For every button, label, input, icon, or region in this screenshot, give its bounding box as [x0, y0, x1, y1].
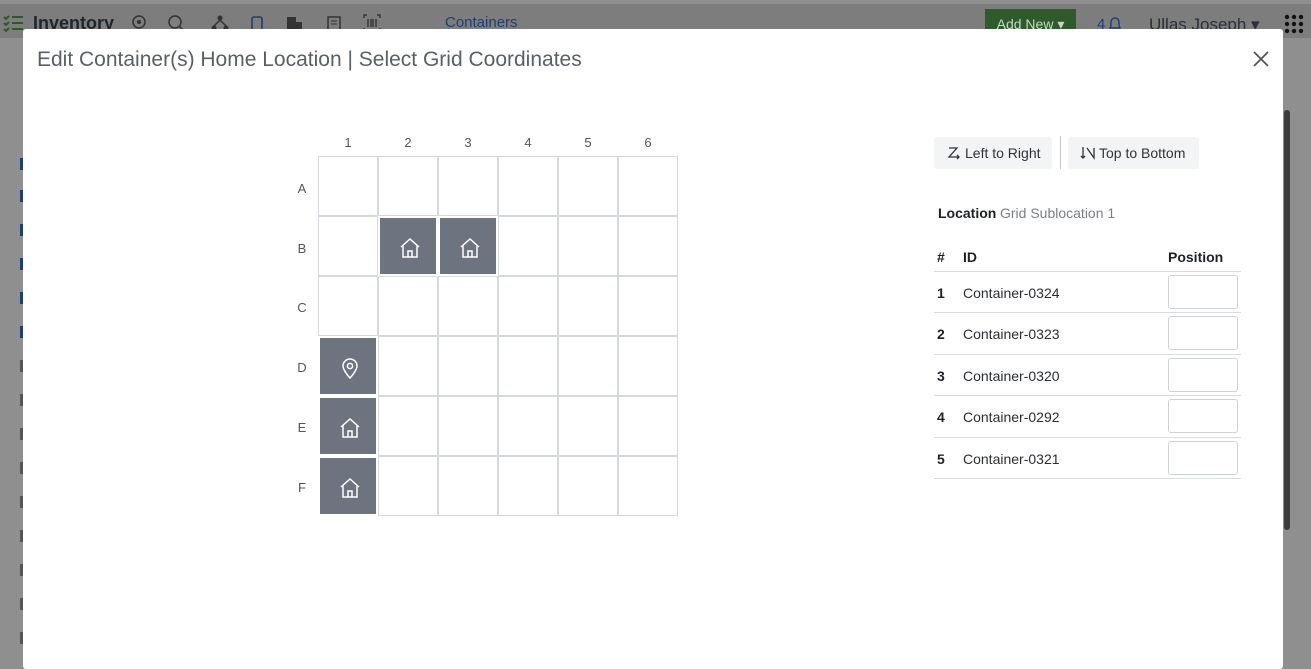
left-to-right-button[interactable]: Left to Right: [934, 137, 1052, 169]
row-number: 3: [937, 368, 945, 384]
container-id: Container-0320: [963, 368, 1060, 384]
grid-cell-e4[interactable]: [498, 396, 558, 456]
container-id: Container-0323: [963, 326, 1060, 342]
position-input[interactable]: [1168, 275, 1238, 309]
grid-column-header: 6: [644, 135, 652, 150]
home-icon: [460, 237, 480, 258]
grid-cell-b4[interactable]: [498, 216, 558, 276]
row-number: 2: [937, 326, 945, 342]
home-icon: [340, 417, 360, 438]
grid-cell-a4[interactable]: [498, 156, 558, 216]
position-input[interactable]: [1168, 399, 1238, 433]
grid-cell-b5[interactable]: [558, 216, 618, 276]
apps-grid-icon[interactable]: [1284, 14, 1304, 34]
home-icon: [400, 237, 420, 258]
grid-cell-f3[interactable]: [438, 456, 498, 516]
grid-cell-d6[interactable]: [618, 336, 678, 396]
grid-cell-f4[interactable]: [498, 456, 558, 516]
grid-column-header: 5: [584, 135, 592, 150]
grid-cell-c5[interactable]: [558, 276, 618, 336]
button-divider: [1060, 136, 1061, 169]
table-header-position: Position: [1168, 249, 1224, 265]
table-divider: [934, 437, 1241, 438]
grid-column-header: 1: [344, 135, 352, 150]
grid-cell-a2[interactable]: [378, 156, 438, 216]
grid-cell-d4[interactable]: [498, 336, 558, 396]
grid-cell-d2[interactable]: [378, 336, 438, 396]
grid-cell-d1[interactable]: [318, 336, 378, 396]
grid-cell-b2[interactable]: [378, 216, 438, 276]
background-scrollbar: [1284, 110, 1290, 530]
grid-cell-f5[interactable]: [558, 456, 618, 516]
position-input[interactable]: [1168, 358, 1238, 392]
home-icon: [340, 477, 360, 498]
grid-cell-f6[interactable]: [618, 456, 678, 516]
grid-row-header: A: [297, 181, 307, 196]
close-icon[interactable]: [1252, 50, 1270, 68]
grid-row-header: F: [298, 480, 306, 495]
grid-cell-c1[interactable]: [318, 276, 378, 336]
location-label: Location: [938, 205, 997, 221]
grid-row-header: E: [297, 420, 307, 435]
row-number: 5: [937, 451, 945, 467]
grid-cell-a6[interactable]: [618, 156, 678, 216]
grid-cell-c4[interactable]: [498, 276, 558, 336]
grid-column-header: 2: [404, 135, 412, 150]
container-id: Container-0292: [963, 409, 1060, 425]
grid-column-header: 4: [524, 135, 532, 150]
container-id: Container-0321: [963, 451, 1060, 467]
table-divider: [934, 271, 1241, 272]
grid-cell-f1[interactable]: [318, 456, 378, 516]
left-to-right-label: Left to Right: [965, 145, 1041, 161]
top-to-bottom-button[interactable]: Top to Bottom: [1068, 137, 1199, 169]
grid-cell-b6[interactable]: [618, 216, 678, 276]
location-value: Grid Sublocation 1: [1000, 205, 1116, 221]
grid-cell-f2[interactable]: [378, 456, 438, 516]
position-input[interactable]: [1168, 441, 1238, 475]
grid-cell-e2[interactable]: [378, 396, 438, 456]
grid-cell-a1[interactable]: [318, 156, 378, 216]
grid-row-header: C: [297, 300, 307, 315]
grid-row-header: D: [297, 360, 307, 375]
table-header-num: #: [937, 249, 945, 265]
table-divider: [934, 478, 1241, 479]
container-id: Container-0324: [963, 285, 1060, 301]
grid-cell-e5[interactable]: [558, 396, 618, 456]
table-divider: [934, 312, 1241, 313]
grid-cell-a5[interactable]: [558, 156, 618, 216]
grid-cell-c6[interactable]: [618, 276, 678, 336]
grid-cell-e3[interactable]: [438, 396, 498, 456]
location-pin-icon: [342, 358, 358, 380]
grid-cell-e6[interactable]: [618, 396, 678, 456]
grid-cell-b3[interactable]: [438, 216, 498, 276]
position-input[interactable]: [1168, 316, 1238, 350]
grid-row-header: B: [297, 241, 307, 256]
sort-left-right-icon: [947, 147, 960, 160]
grid-cell-d5[interactable]: [558, 336, 618, 396]
grid-cell-a3[interactable]: [438, 156, 498, 216]
grid-cell-c2[interactable]: [378, 276, 438, 336]
edit-home-location-modal: Edit Container(s) Home Location | Select…: [23, 29, 1283, 669]
row-number: 4: [937, 409, 945, 425]
inventory-logo-icon: [3, 15, 23, 33]
grid-cell-d3[interactable]: [438, 336, 498, 396]
grid-cell-c3[interactable]: [438, 276, 498, 336]
grid-column-header: 3: [464, 135, 472, 150]
table-divider: [934, 395, 1241, 396]
grid-cell-b1[interactable]: [318, 216, 378, 276]
sort-top-bottom-icon: [1080, 147, 1095, 161]
modal-title: Edit Container(s) Home Location | Select…: [37, 48, 582, 71]
top-to-bottom-label: Top to Bottom: [1099, 145, 1186, 161]
grid-cell-e1[interactable]: [318, 396, 378, 456]
table-header-id: ID: [963, 249, 977, 265]
table-divider: [934, 354, 1241, 355]
row-number: 1: [937, 285, 945, 301]
